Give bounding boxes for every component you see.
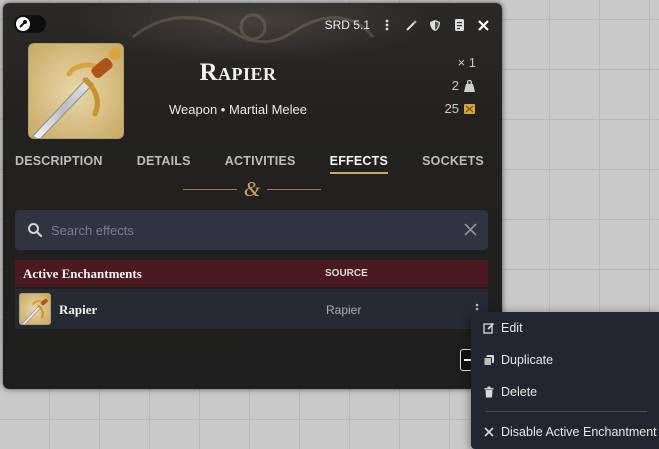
weight-icon	[464, 79, 475, 92]
effect-context-menu: Edit Duplicate Delete Disable Active Enc…	[471, 312, 659, 449]
copy-icon	[483, 355, 494, 366]
menu-item-label: Disable Active Enchantment	[501, 425, 657, 439]
effect-source: Rapier	[326, 303, 362, 317]
window-controls: SRD 5.1	[325, 15, 490, 35]
item-stats: × 1 2 25	[445, 51, 476, 120]
scroll-icon[interactable]	[452, 18, 466, 32]
tab-description[interactable]: DESCRIPTION	[15, 154, 103, 174]
search-icon	[28, 223, 43, 238]
menu-item-delete[interactable]: Delete	[483, 383, 537, 401]
wrench-icon	[19, 20, 27, 28]
source-book-label[interactable]: SRD 5.1	[325, 18, 370, 32]
menu-item-duplicate[interactable]: Duplicate	[483, 351, 553, 369]
tab-activities[interactable]: ACTIVITIES	[225, 154, 296, 174]
tab-details[interactable]: DETAILS	[137, 154, 191, 174]
magic-wand-icon[interactable]	[404, 18, 418, 32]
section-title: Active Enchantments	[23, 266, 142, 281]
effect-name: Rapier	[59, 302, 98, 317]
window-header: SRD 5.1	[14, 15, 490, 35]
menu-item-label: Delete	[501, 385, 538, 399]
item-portrait[interactable]	[28, 43, 124, 139]
item-subtitle: Weapon • Martial Melee	[169, 102, 307, 117]
active-enchantments-header: Active Enchantments SOURCE	[15, 260, 488, 287]
price-stat: 25	[445, 97, 476, 120]
effect-thumbnail	[19, 293, 51, 325]
rapier-thumb-image	[21, 295, 50, 324]
menu-item-disable-enchantment[interactable]: Disable Active Enchantment	[483, 423, 657, 441]
shield-icon[interactable]	[428, 18, 442, 32]
weight-stat: 2	[445, 74, 476, 97]
search-input[interactable]	[51, 210, 451, 250]
ellipsis-vertical-icon[interactable]	[380, 18, 394, 32]
menu-item-edit[interactable]: Edit	[483, 319, 523, 337]
menu-item-label: Duplicate	[501, 353, 554, 367]
trash-icon	[484, 386, 494, 398]
effect-row[interactable]: Rapier Rapier	[15, 289, 488, 329]
item-name: Rapier	[199, 59, 277, 86]
edit-icon	[483, 322, 495, 334]
quantity-value[interactable]: × 1	[458, 55, 476, 70]
clear-search-icon[interactable]	[463, 222, 478, 237]
rapier-image	[32, 48, 121, 138]
mode-toggle[interactable]	[14, 15, 46, 33]
menu-separator	[485, 411, 647, 412]
coins-icon	[464, 103, 475, 114]
effects-search	[15, 210, 488, 250]
tab-sockets[interactable]: SOCKETS	[422, 154, 484, 174]
close-icon	[484, 427, 494, 437]
close-icon[interactable]	[476, 18, 490, 32]
divider-line-left	[183, 189, 237, 190]
weight-value[interactable]: 2	[452, 78, 459, 93]
divider-line-right	[267, 189, 321, 190]
tab-divider: &	[43, 177, 462, 201]
ampersand-icon: &	[243, 177, 261, 201]
quantity-stat: × 1	[445, 51, 476, 74]
menu-item-label: Edit	[501, 321, 523, 335]
sheet-tabs: DESCRIPTION DETAILS ACTIVITIES EFFECTS S…	[15, 154, 484, 174]
item-sheet-window: SRD 5.1 Rapier Weapon • Martial Melee × …	[3, 3, 502, 389]
price-value[interactable]: 25	[445, 101, 459, 116]
source-column-header: SOURCE	[325, 268, 368, 279]
tab-effects[interactable]: EFFECTS	[329, 154, 389, 174]
